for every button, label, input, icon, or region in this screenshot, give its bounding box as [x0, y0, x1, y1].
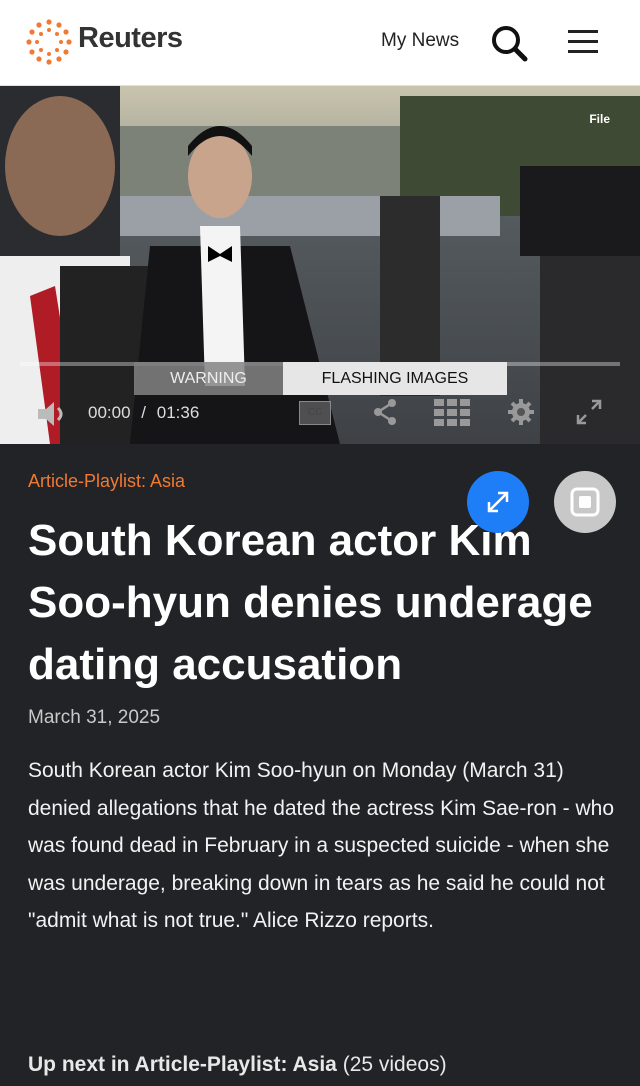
closed-captions-button[interactable]: CC [299, 401, 331, 425]
expand-button[interactable] [467, 471, 529, 533]
up-next-playlist: Up next in Article-Playlist: Asia [28, 1053, 337, 1076]
expand-icon [487, 491, 509, 513]
menu-icon[interactable] [566, 29, 600, 55]
top-navigation-bar: Reuters My News [0, 0, 640, 86]
article-date: March 31, 2025 [28, 707, 161, 728]
brand-name[interactable]: Reuters [78, 22, 183, 55]
up-next-count: (25 videos) [342, 1053, 447, 1076]
my-news-link[interactable]: My News [381, 30, 459, 52]
picture-in-picture-button[interactable] [554, 471, 616, 533]
playlist-category[interactable]: Article-Playlist: Asia [28, 471, 185, 492]
article-title: South Korean actor Kim Soo-hyun denies u… [28, 516, 593, 689]
up-next-heading: Up next in Article-Playlist: Asia (25 vi… [28, 1053, 447, 1077]
time-separator: / [141, 403, 147, 422]
settings-gear-icon[interactable] [506, 397, 536, 427]
file-label: File [589, 112, 610, 126]
reuters-logo-icon[interactable] [26, 19, 72, 65]
duration: 01:36 [156, 403, 200, 422]
share-icon[interactable] [370, 397, 400, 427]
video-time: 00:00 / 01:36 [88, 403, 199, 423]
video-player[interactable]: File WARNING FLASHING IMAGES 00:00 / 01:… [0, 86, 640, 444]
cc-label: CC [307, 407, 323, 418]
video-controls: 00:00 / 01:36 CC [0, 391, 640, 431]
fullscreen-icon[interactable] [574, 397, 604, 427]
picture-in-picture-icon [570, 487, 600, 517]
volume-icon[interactable] [36, 399, 70, 429]
grid-icon[interactable] [432, 397, 472, 427]
current-time: 00:00 [88, 403, 131, 422]
search-icon[interactable] [490, 24, 528, 62]
article-description: South Korean actor Kim Soo-hyun on Monda… [28, 759, 615, 932]
